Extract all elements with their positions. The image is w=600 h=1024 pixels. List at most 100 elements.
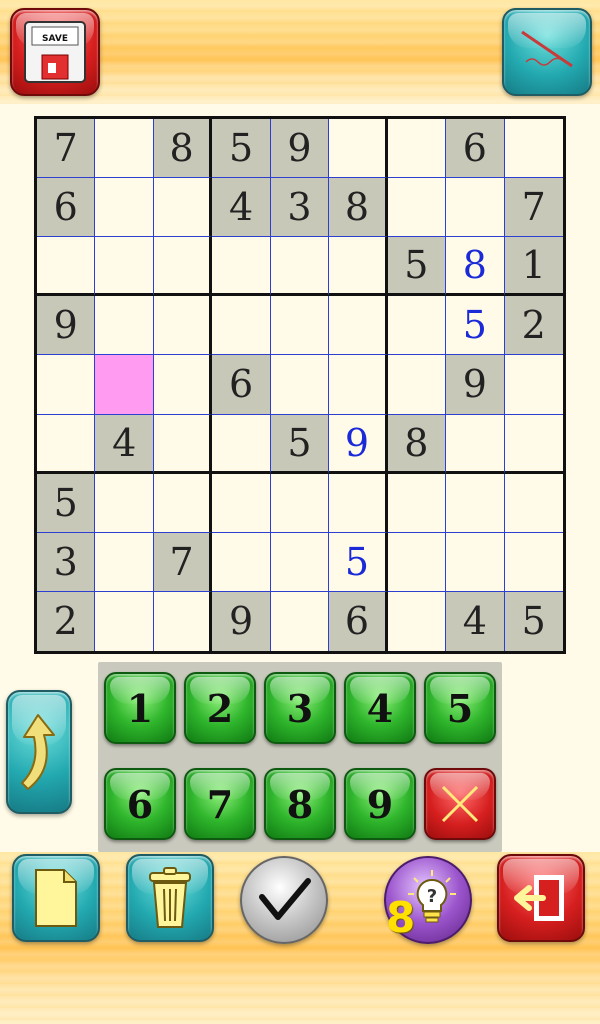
sudoku-cell[interactable] [212, 414, 271, 474]
sudoku-cell[interactable] [504, 415, 563, 474]
sudoku-cell[interactable] [329, 355, 388, 415]
key-2[interactable]: 2 [184, 672, 256, 744]
sudoku-cell[interactable]: 6 [329, 591, 388, 651]
sudoku-cell[interactable] [446, 473, 505, 533]
sudoku-cell[interactable] [95, 178, 154, 238]
sudoku-cell[interactable] [387, 355, 447, 415]
sudoku-cell[interactable] [387, 532, 447, 592]
sudoku-cell[interactable]: 4 [446, 591, 505, 651]
sudoku-cell[interactable] [271, 591, 330, 651]
sudoku-cell[interactable]: 5 [329, 532, 388, 592]
sudoku-cell[interactable] [212, 473, 271, 533]
sudoku-cell[interactable] [446, 414, 505, 474]
sudoku-cell[interactable] [270, 473, 330, 533]
sudoku-cell[interactable] [270, 532, 330, 592]
sudoku-cell[interactable] [37, 237, 96, 297]
sudoku-cell[interactable]: 9 [37, 296, 96, 356]
key-5[interactable]: 5 [424, 672, 496, 744]
sudoku-cell[interactable]: 9 [446, 355, 505, 415]
sudoku-cell[interactable] [446, 532, 505, 592]
sudoku-cell[interactable]: 9 [212, 591, 271, 651]
sudoku-cell[interactable] [387, 119, 447, 179]
clear-cell-button[interactable] [424, 768, 496, 840]
sudoku-cell[interactable]: 8 [387, 414, 447, 474]
key-7[interactable]: 7 [184, 768, 256, 840]
sudoku-cell[interactable] [387, 473, 447, 533]
sudoku-cell[interactable]: 4 [212, 178, 271, 238]
sudoku-cell[interactable] [153, 414, 213, 474]
sudoku-cell[interactable]: 8 [153, 119, 213, 179]
sudoku-cell[interactable] [95, 296, 154, 356]
sudoku-cell[interactable] [212, 296, 271, 356]
sudoku-cell[interactable]: 5 [504, 591, 563, 651]
sudoku-cell[interactable]: 2 [504, 296, 563, 356]
sudoku-cell[interactable] [153, 473, 213, 533]
clear-board-button[interactable] [126, 854, 214, 942]
key-1[interactable]: 1 [104, 672, 176, 744]
sudoku-cell[interactable] [329, 473, 388, 533]
save-button[interactable]: SAVE [10, 8, 100, 96]
selected-cell[interactable] [95, 355, 154, 415]
sudoku-cell[interactable]: 1 [504, 237, 563, 297]
sudoku-cell[interactable] [270, 355, 330, 415]
sudoku-cell[interactable]: 5 [270, 414, 330, 474]
sudoku-cell[interactable] [37, 355, 96, 415]
key-3[interactable]: 3 [264, 672, 336, 744]
sudoku-cell[interactable]: 5 [446, 296, 505, 356]
sudoku-cell[interactable] [95, 119, 154, 179]
sudoku-cell[interactable] [212, 237, 271, 297]
sudoku-cell[interactable]: 3 [270, 178, 330, 238]
sudoku-cell[interactable] [153, 296, 213, 356]
sudoku-cell[interactable] [212, 532, 271, 592]
sudoku-cell[interactable]: 7 [504, 178, 563, 238]
key-4[interactable]: 4 [344, 672, 416, 744]
sudoku-cell[interactable] [388, 591, 447, 651]
sudoku-cell[interactable] [37, 414, 96, 474]
sudoku-cell[interactable]: 7 [153, 532, 213, 592]
sudoku-cell[interactable]: 7 [37, 119, 96, 179]
sudoku-cell[interactable] [270, 296, 330, 356]
sudoku-cell[interactable] [329, 237, 388, 297]
sudoku-cell[interactable] [387, 178, 447, 238]
sudoku-cell[interactable]: 3 [37, 532, 96, 592]
sudoku-cell[interactable]: 8 [446, 237, 505, 297]
sudoku-cell[interactable]: 8 [329, 178, 388, 238]
sudoku-cell[interactable] [153, 178, 213, 238]
sudoku-cell[interactable]: 6 [212, 355, 271, 415]
sudoku-cell[interactable] [95, 237, 154, 297]
sudoku-cell[interactable] [153, 237, 213, 297]
sudoku-cell[interactable]: 9 [270, 119, 330, 179]
exit-button[interactable] [497, 854, 585, 942]
check-solution-button[interactable] [240, 856, 328, 944]
sudoku-cell[interactable] [153, 355, 213, 415]
sudoku-cell[interactable] [387, 296, 447, 356]
sudoku-cell[interactable] [329, 119, 388, 179]
sudoku-cell[interactable] [504, 355, 563, 415]
key-6[interactable]: 6 [104, 768, 176, 840]
sudoku-cell[interactable]: 5 [387, 237, 447, 297]
key-9[interactable]: 9 [344, 768, 416, 840]
sudoku-cell[interactable]: 6 [446, 119, 505, 179]
sudoku-cell[interactable] [504, 533, 563, 592]
key-8[interactable]: 8 [264, 768, 336, 840]
sudoku-cell[interactable] [329, 296, 388, 356]
sudoku-cell[interactable]: 2 [37, 591, 96, 651]
notes-pencil-button[interactable] [502, 8, 592, 96]
sudoku-cell[interactable] [504, 119, 563, 179]
sudoku-cell[interactable] [95, 532, 154, 592]
sudoku-cell[interactable] [95, 591, 154, 651]
sudoku-cell[interactable]: 6 [37, 178, 96, 238]
new-game-button[interactable] [12, 854, 100, 942]
sudoku-cell[interactable]: 9 [329, 414, 388, 474]
sudoku-cell[interactable] [154, 591, 213, 651]
sudoku-cell[interactable] [446, 178, 505, 238]
key-label: 9 [366, 781, 394, 827]
hint-count: 8 [386, 893, 416, 942]
sudoku-cell[interactable]: 4 [95, 414, 154, 474]
sudoku-cell[interactable]: 5 [37, 473, 96, 533]
sudoku-cell[interactable] [504, 474, 563, 533]
undo-button[interactable] [6, 690, 72, 814]
sudoku-cell[interactable]: 5 [212, 119, 271, 179]
sudoku-cell[interactable] [270, 237, 330, 297]
sudoku-cell[interactable] [95, 473, 154, 533]
